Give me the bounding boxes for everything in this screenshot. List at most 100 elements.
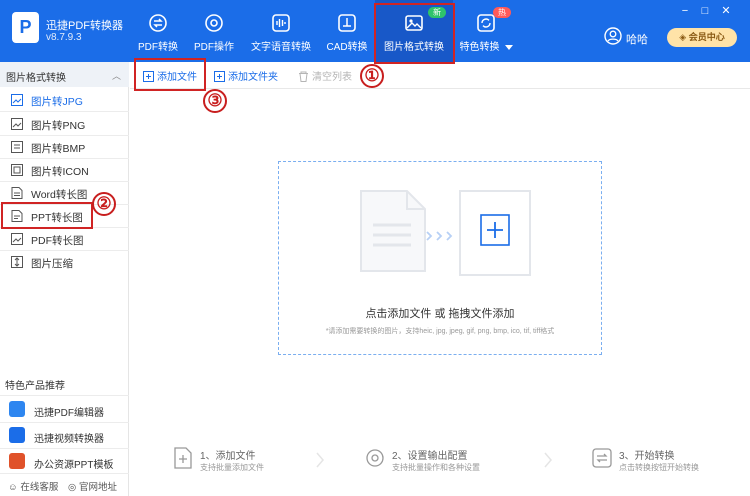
step-desc: 支持批量添加文件 (200, 463, 264, 472)
chevron-right-icon (316, 452, 324, 468)
sidebar-item-to-bmp[interactable]: 图片转BMP (0, 135, 129, 158)
nav-pdf-operate[interactable]: PDF操作 (193, 0, 235, 62)
chevron-down-icon (504, 44, 513, 50)
image-file-icon (11, 233, 23, 245)
sidebar-item-to-png[interactable]: 图片转PNG (0, 112, 129, 135)
ppt-template-icon (9, 453, 25, 469)
annotation-box-image-format (374, 3, 455, 64)
step-desc: 支持批量操作和各种设置 (392, 463, 480, 472)
arrows-icon (426, 231, 453, 241)
step-title: 2、设置输出配置 (392, 451, 468, 462)
file-drop-zone[interactable]: 点击添加文件 或 拖拽文件添加 *请添加需要转换的图片，支持heic, jpg,… (278, 161, 602, 355)
recommend-title: 特色产品推荐 (5, 381, 65, 392)
app-version: v8.7.9.3 (46, 32, 82, 43)
step-title: 1、添加文件 (200, 451, 256, 462)
sidebar-header[interactable]: 图片格式转换 ︿ (0, 62, 129, 87)
sidebar-item-to-jpg[interactable]: 图片转JPG (0, 88, 129, 111)
chevron-right-icon (544, 452, 552, 468)
add-folder-label: 添加文件夹 (228, 72, 278, 83)
add-folder-icon (214, 71, 225, 82)
compress-icon (11, 256, 23, 268)
document-placeholder-icon (360, 190, 426, 272)
clear-list-button[interactable]: 清空列表 (298, 68, 352, 84)
nav-label: PDF操作 (194, 42, 234, 53)
sidebar-item-label: 图片转JPG (31, 96, 83, 108)
add-file-icon (174, 447, 192, 469)
nav-special[interactable]: 特色转换 热 (458, 0, 514, 62)
sidebar-item-compress[interactable]: 图片压缩 (0, 250, 129, 273)
add-placeholder-icon (459, 190, 531, 276)
image-file-icon (11, 164, 23, 176)
globe-icon: ◎ (68, 482, 79, 493)
minimize-button[interactable]: − (679, 5, 691, 17)
sidebar-item-to-icon[interactable]: 图片转ICON (0, 158, 129, 181)
sidebar-item-label: 图片转ICON (31, 166, 89, 178)
convert-icon (592, 448, 612, 468)
audio-wave-icon (272, 14, 290, 32)
clear-list-label: 清空列表 (312, 72, 352, 83)
member-center-label: 会员中心 (688, 32, 725, 42)
sidebar-item-label: 图片转PNG (31, 120, 86, 132)
trash-icon (299, 71, 308, 82)
recommend-label: 迅捷PDF编辑器 (34, 408, 104, 419)
member-center-button[interactable]: ◈ 会员中心 (667, 28, 737, 47)
sidebar-item-pdf-long[interactable]: PDF转长图 (0, 227, 129, 250)
image-file-icon (11, 94, 23, 106)
app-logo: P (12, 12, 39, 43)
recommend-label: 迅捷视频转换器 (34, 434, 104, 445)
nav-special-label: 特色转换 (459, 42, 500, 53)
annotation-number-1: ① (360, 64, 384, 88)
drop-zone-text: 点击添加文件 或 拖拽文件添加 (365, 308, 515, 320)
annotation-number-3: ③ (203, 89, 227, 113)
gear-icon (366, 449, 384, 467)
recommend-label: 办公资源PPT模板 (34, 460, 114, 471)
user-icon[interactable] (604, 27, 622, 45)
add-folder-button[interactable]: 添加文件夹 (214, 68, 278, 84)
close-button[interactable]: ✕ (720, 5, 732, 17)
pdf-editor-icon (9, 401, 25, 417)
sidebar-item-label: PDF转长图 (31, 235, 84, 247)
sidebar-footer: ☺ 在线客服 ◎ 官网地址 (0, 473, 129, 496)
document-icon (11, 187, 23, 199)
annotation-box-add-file (134, 58, 206, 91)
nav-label: CAD转换 (326, 42, 368, 53)
annotation-number-2: ② (92, 192, 116, 216)
recommend-ppt-template[interactable]: 办公资源PPT模板 (0, 448, 129, 474)
refresh-icon (477, 14, 495, 32)
diamond-icon: ◈ (679, 32, 689, 42)
toolbar: 添加文件 添加文件夹 清空列表 (130, 62, 750, 89)
video-converter-icon (9, 427, 25, 443)
recommend-pdf-editor[interactable]: 迅捷PDF编辑器 (0, 396, 129, 422)
sidebar-header-label: 图片格式转换 (6, 73, 66, 84)
sidebar: 图片格式转换 ︿ 图片转JPG 图片转PNG 图片转BMP 图片转ICON Wo… (0, 62, 129, 496)
recommend-video-converter[interactable]: 迅捷视频转换器 (0, 422, 129, 448)
maximize-button[interactable]: □ (699, 5, 711, 17)
nav-text-voice[interactable]: 文字语音转换 (251, 0, 311, 62)
nav-label: 特色转换 (458, 38, 514, 53)
app-name: 迅捷PDF转换器 (46, 20, 123, 32)
sidebar-item-label: Word转长图 (31, 189, 88, 201)
nav-cad[interactable]: CAD转换 (326, 0, 368, 62)
convert-icon (149, 14, 167, 32)
image-file-icon (11, 118, 23, 130)
headset-icon: ☺ (8, 482, 21, 493)
annotation-box-ppt-long (1, 202, 93, 229)
step-title: 3、开始转换 (619, 451, 675, 462)
chevron-up-icon: ︿ (112, 71, 122, 81)
sidebar-item-label: 图片压缩 (31, 258, 73, 270)
nav-label: 文字语音转换 (251, 42, 311, 53)
gear-icon (205, 14, 223, 32)
sidebar-item-label: 图片转BMP (31, 143, 86, 155)
website-link[interactable]: ◎ 官网地址 (68, 479, 117, 493)
customer-service-label: 在线客服 (20, 482, 59, 493)
hot-badge: 热 (493, 7, 511, 18)
cad-icon (338, 14, 356, 32)
step-desc: 点击转换按钮开始转换 (619, 463, 699, 472)
website-label: 官网地址 (78, 482, 117, 493)
drop-zone-hint: *请添加需要转换的图片，支持heic, jpg, jpeg, gif, png,… (325, 328, 555, 335)
nav-pdf-convert[interactable]: PDF转换 (136, 0, 180, 62)
nav-label: PDF转换 (138, 42, 178, 53)
user-name[interactable]: 哈哈 (626, 31, 648, 47)
customer-service-link[interactable]: ☺ 在线客服 (8, 479, 58, 493)
image-file-icon (11, 141, 23, 153)
